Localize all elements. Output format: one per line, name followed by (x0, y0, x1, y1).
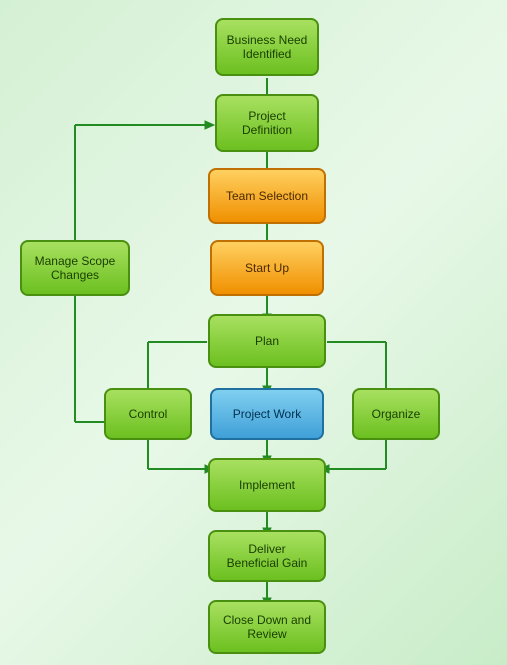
flowchart: Business Need Identified Project Definit… (0, 0, 507, 665)
start-up-box: Start Up (210, 240, 324, 296)
deliver-box: Deliver Beneficial Gain (208, 530, 326, 582)
project-work-box: Project Work (210, 388, 324, 440)
team-selection-box: Team Selection (208, 168, 326, 224)
business-need-box: Business Need Identified (215, 18, 319, 76)
plan-box: Plan (208, 314, 326, 368)
implement-box: Implement (208, 458, 326, 512)
project-definition-box: Project Definition (215, 94, 319, 152)
control-box: Control (104, 388, 192, 440)
close-down-box: Close Down and Review (208, 600, 326, 654)
manage-scope-box: Manage Scope Changes (20, 240, 130, 296)
organize-box: Organize (352, 388, 440, 440)
